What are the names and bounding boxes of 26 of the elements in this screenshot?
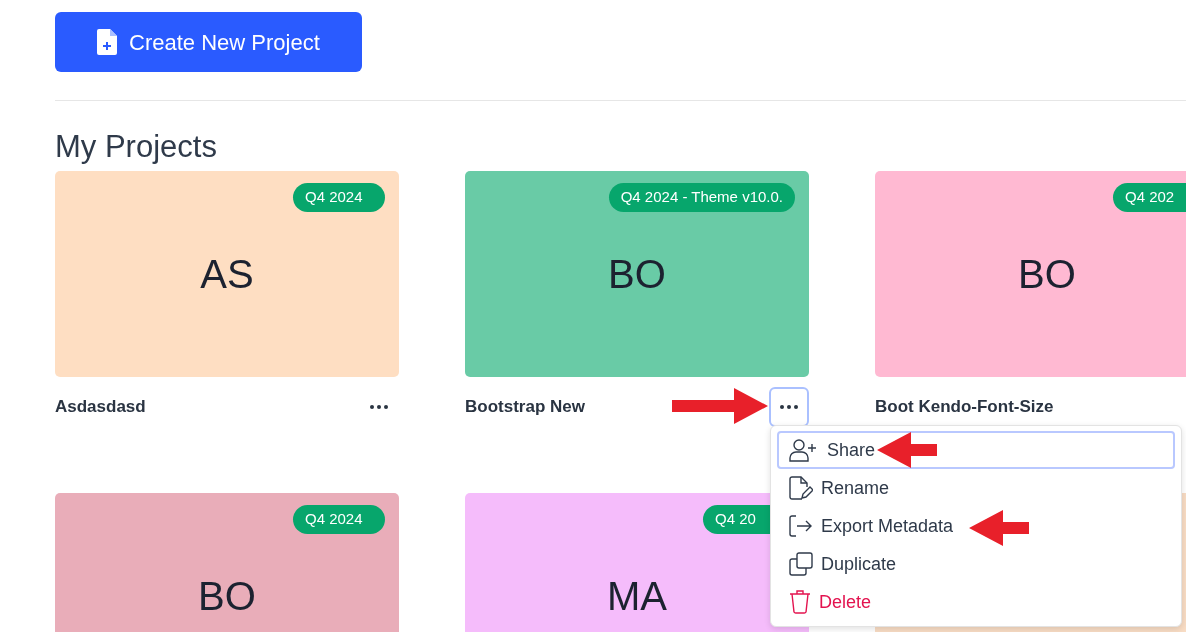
project-initials: MA [607, 573, 667, 620]
file-plus-icon [97, 29, 117, 55]
version-badge: Q4 2024 [293, 183, 385, 212]
menu-item[interactable]: Duplicate [777, 545, 1175, 583]
project-initials: BO [198, 573, 256, 620]
project-name: Asdasdasd [55, 396, 146, 419]
version-badge: Q4 2024 - Theme v10.0. [608, 183, 795, 212]
version-badge: Q4 202 [1113, 183, 1186, 212]
file-pencil-icon [789, 476, 813, 500]
create-project-button[interactable]: Create New Project [55, 12, 362, 72]
project-name: Boot Kendo-Font-Size [875, 396, 1054, 419]
section-title: My Projects [55, 128, 218, 166]
menu-item[interactable]: Delete [777, 583, 1175, 621]
copy-icon [789, 552, 813, 576]
exit-arrow-icon [789, 514, 813, 538]
project-name: Bootstrap New [465, 396, 585, 419]
project-initials: BO [608, 251, 666, 298]
person-plus-icon [789, 438, 819, 462]
menu-item[interactable]: Rename [777, 469, 1175, 507]
menu-item[interactable]: Share [777, 431, 1175, 469]
version-badge: Q4 2024 [293, 505, 385, 534]
more-icon [370, 405, 388, 409]
more-icon [780, 405, 798, 409]
project-initials: AS [200, 251, 254, 298]
trash-icon [789, 590, 811, 614]
project-initials: BO [1018, 251, 1076, 298]
